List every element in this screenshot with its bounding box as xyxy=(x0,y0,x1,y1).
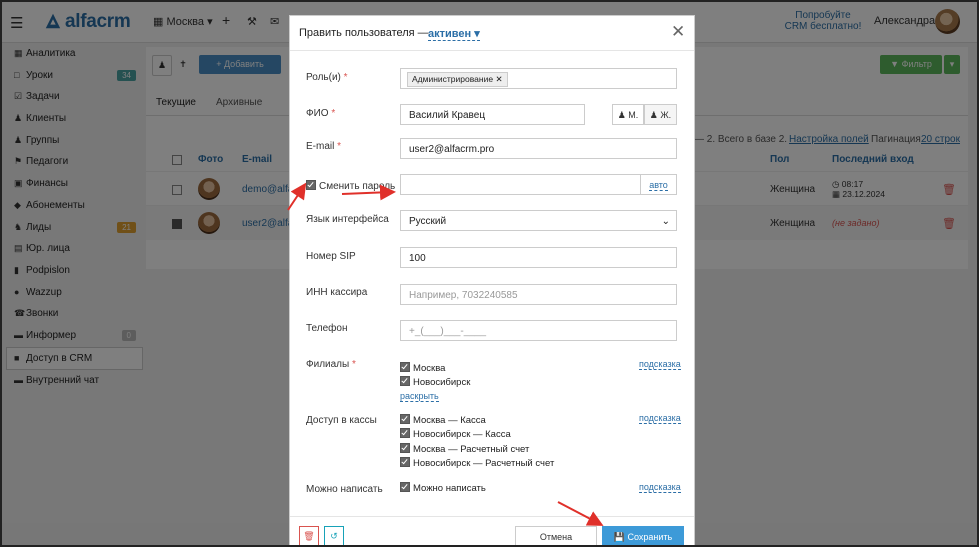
arrow-to-save xyxy=(557,501,604,526)
annotation-arrows xyxy=(287,182,604,526)
arrow-to-password xyxy=(341,184,396,201)
app-window: ☰ alfacrm ▦ Москва ▾ + ⚒ ✉ Попробуйте CR… xyxy=(0,0,979,547)
arrow-to-checkbox xyxy=(287,182,307,211)
